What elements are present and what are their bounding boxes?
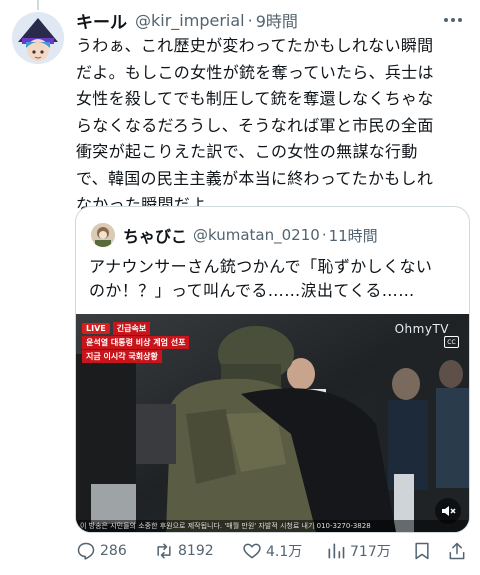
- post-header: キール @kir_imperial · 9時間: [76, 8, 466, 33]
- breaking-news-chip: 긴급속보: [112, 322, 151, 335]
- quote-text: アナウンサーさん銃つかんで「恥ずかしくない のか！？」って叫んでる……涙出てくる…: [89, 257, 433, 300]
- author-avatar[interactable]: [12, 12, 64, 64]
- quote-separator-dot: ·: [321, 226, 327, 244]
- share-icon: [449, 542, 465, 560]
- post-text: うわぁ、これ歴史が変わってたかもしれない瞬間 だよ。もしこの女性が銃を奪っていた…: [76, 36, 434, 214]
- views-chart-icon: [328, 543, 345, 559]
- news-headline-2: 지금 이시각 국회상황: [82, 350, 162, 363]
- quote-author-avatar: [91, 223, 115, 247]
- reply-count: 286: [100, 543, 127, 559]
- more-options-icon[interactable]: [440, 7, 466, 33]
- channel-watermark: OhmyTV: [394, 322, 449, 336]
- quote-video[interactable]: LIVE 긴급속보 윤석열 대통령 비상 계엄 선포 지금 이시각 국회상황 O…: [76, 314, 469, 532]
- quote-author-handle: @kumatan_0210: [193, 226, 320, 244]
- author-name[interactable]: キール: [76, 8, 127, 33]
- post-time[interactable]: 9時間: [256, 8, 298, 32]
- live-badge: LIVE: [82, 323, 110, 334]
- thread-line: [37, 0, 39, 10]
- live-bar: LIVE 긴급속보: [82, 322, 151, 335]
- video-caption-ticker: 이 방송은 시민들의 소중한 후원으로 제작됩니다. '매월 만원' 자발적 시…: [76, 520, 469, 532]
- captions-icon[interactable]: CC: [444, 336, 459, 348]
- like-count: 4.1万: [266, 544, 303, 560]
- news-headline-1: 윤석열 대통령 비상 계엄 선포: [82, 336, 190, 349]
- repost-button[interactable]: 8192: [154, 541, 214, 561]
- quote-header: ちゃびこ @kumatan_0210 · 11時間: [91, 223, 378, 247]
- share-button[interactable]: [447, 541, 471, 561]
- author-handle[interactable]: @kir_imperial: [135, 11, 245, 30]
- like-button[interactable]: 4.1万: [242, 541, 302, 561]
- heart-icon: [243, 543, 261, 559]
- mute-icon[interactable]: [435, 498, 461, 524]
- view-count: 717万: [350, 544, 391, 560]
- action-bar: 286 8192 4.1万 717万: [76, 540, 471, 562]
- reply-button[interactable]: 286: [76, 541, 127, 561]
- quote-time: 11時間: [328, 226, 378, 245]
- views-button[interactable]: 717万: [326, 541, 391, 561]
- reply-icon: [77, 542, 95, 560]
- bookmark-icon: [415, 542, 429, 560]
- separator-dot: ·: [247, 10, 253, 30]
- quoted-post[interactable]: ちゃびこ @kumatan_0210 · 11時間 アナウンサーさん銃つかんで「…: [75, 206, 470, 533]
- bookmark-button[interactable]: [412, 541, 436, 561]
- quote-author-name: ちゃびこ: [123, 227, 188, 246]
- repost-icon: [157, 543, 171, 559]
- repost-count: 8192: [178, 543, 214, 559]
